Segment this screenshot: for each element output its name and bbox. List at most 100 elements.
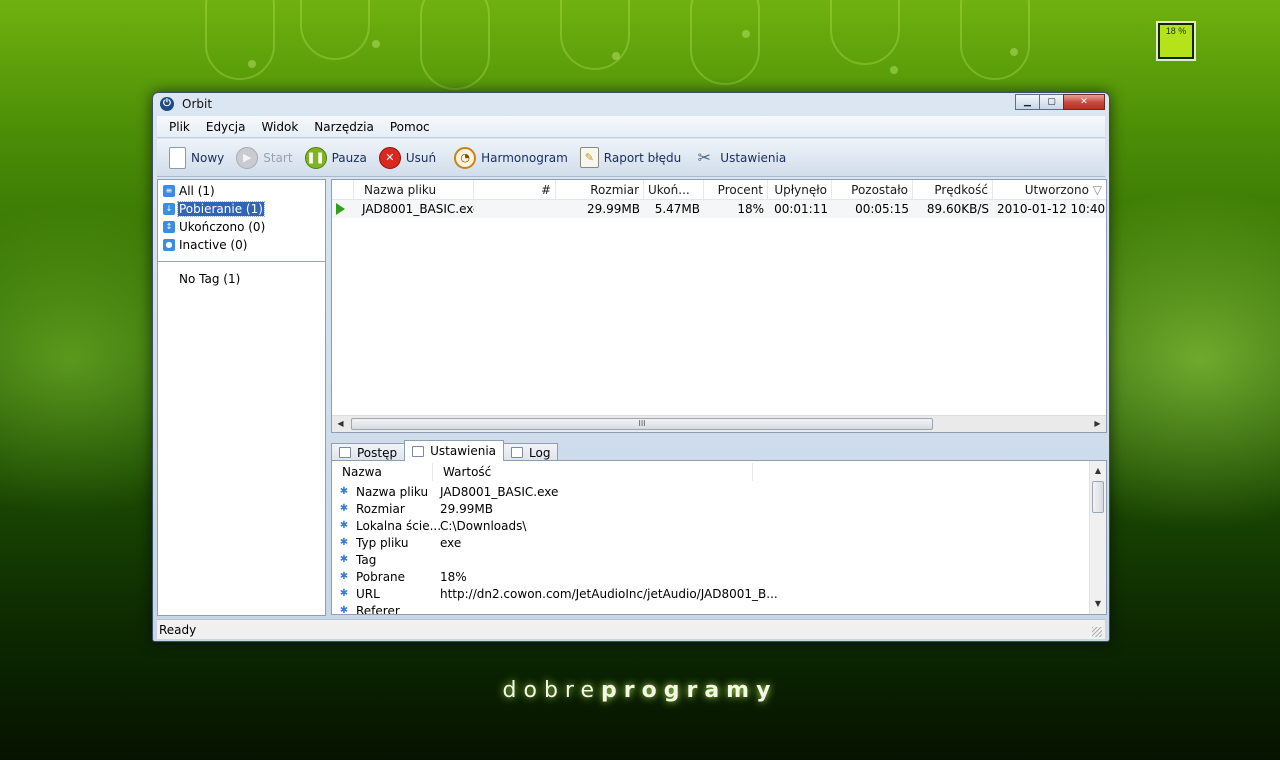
completed-icon: ↕: [163, 221, 175, 233]
detail-name: Typ pliku: [356, 535, 409, 550]
pause-icon: ❚❚: [304, 146, 327, 169]
horizontal-scrollbar[interactable]: ◀ III ▶: [332, 415, 1106, 432]
menu-pomoc[interactable]: Pomoc: [382, 120, 438, 134]
column-filename[interactable]: Nazwa pliku: [354, 180, 474, 199]
wallpaper-dot: [612, 52, 620, 60]
tag-no-tag[interactable]: No Tag (1): [158, 272, 325, 286]
settings-page-icon: [412, 445, 425, 457]
category-inactive[interactable]: ● Inactive (0): [158, 236, 325, 254]
settings-button[interactable]: ✂ Ustawienia: [693, 147, 787, 169]
schedule-button[interactable]: ◔ Harmonogram: [454, 146, 568, 169]
column-completed[interactable]: Ukoń...: [644, 180, 704, 199]
scroll-left-icon[interactable]: ◀: [332, 416, 349, 432]
download-list: Nazwa pliku # Rozmiar Ukoń... Procent Up…: [331, 179, 1107, 433]
column-number[interactable]: #: [474, 180, 556, 199]
delete-button[interactable]: ✕ Usuń: [378, 146, 436, 169]
resize-grip-icon[interactable]: [1092, 627, 1102, 637]
wallpaper-dot: [248, 60, 256, 68]
tab-progress[interactable]: Postęp: [331, 443, 406, 461]
new-button-label: Nowy: [191, 150, 225, 165]
column-size[interactable]: Rozmiar: [556, 180, 644, 199]
detail-value: 18%: [440, 569, 467, 584]
inactive-icon: ●: [163, 239, 175, 251]
pause-button[interactable]: ❚❚ Pauza: [304, 146, 367, 169]
menu-edycja[interactable]: Edycja: [198, 120, 254, 134]
tab-settings[interactable]: Ustawienia: [404, 440, 505, 461]
detail-row[interactable]: ✱ Tag: [332, 551, 1106, 568]
vertical-scrollbar[interactable]: ▲ ▼: [1089, 461, 1106, 614]
detail-row[interactable]: ✱ Referer: [332, 602, 1106, 615]
menu-widok[interactable]: Widok: [253, 120, 306, 134]
detail-name: Lokalna ście...: [356, 518, 440, 533]
orbit-app-icon[interactable]: ⏻: [160, 97, 174, 111]
detail-value: 29.99MB: [440, 501, 493, 516]
column-elapsed[interactable]: Upłynęło: [768, 180, 832, 199]
detail-row[interactable]: ✱ URL http://dn2.cowon.com/JetAudioInc/j…: [332, 585, 1106, 602]
tab-log-label: Log: [529, 445, 551, 460]
vertical-scroll-thumb[interactable]: [1092, 481, 1104, 513]
row-percent: 18%: [737, 202, 764, 216]
scroll-down-icon[interactable]: ▼: [1090, 596, 1106, 612]
new-button[interactable]: Nowy: [169, 146, 225, 169]
maximize-button[interactable]: ▢: [1039, 94, 1064, 110]
bullet-icon: ✱: [339, 571, 349, 582]
minimize-button[interactable]: ▁: [1015, 94, 1040, 110]
row-completed: 5.47MB: [654, 202, 700, 216]
report-bug-button[interactable]: ✎ Raport błędu: [579, 147, 682, 168]
wallpaper-dot: [890, 66, 898, 74]
category-completed[interactable]: ↕ Ukończono (0): [158, 218, 325, 236]
list-header: Nazwa pliku # Rozmiar Ukoń... Procent Up…: [332, 180, 1106, 200]
detail-name: URL: [356, 586, 380, 601]
column-status[interactable]: [332, 180, 354, 199]
column-percent[interactable]: Procent: [704, 180, 768, 199]
wallpaper-swirl: [960, 0, 1030, 80]
column-speed[interactable]: Prędkość: [913, 180, 993, 199]
bullet-icon: ✱: [339, 486, 349, 497]
cpu-meter-gadget[interactable]: 18 %: [1156, 21, 1196, 61]
title-bar[interactable]: ⏻ Orbit ▁ ▢ ✕: [153, 93, 1109, 115]
category-downloading[interactable]: ↓ Pobieranie (1): [158, 200, 325, 218]
category-all[interactable]: ≡ All (1): [158, 182, 325, 200]
close-button[interactable]: ✕: [1063, 94, 1105, 110]
details-column-name[interactable]: Nazwa: [332, 463, 433, 481]
bullet-icon: ✱: [339, 537, 349, 548]
horizontal-scroll-thumb[interactable]: III: [351, 418, 933, 430]
report-bug-button-label: Raport błędu: [603, 150, 682, 165]
details-column-value[interactable]: Wartość: [433, 463, 753, 481]
column-remaining[interactable]: Pozostało: [832, 180, 913, 199]
row-remaining: 00:05:15: [855, 202, 909, 216]
column-created[interactable]: Utworzono ▽: [993, 180, 1106, 199]
bullet-icon: ✱: [339, 588, 349, 599]
menu-narzedzia[interactable]: Narzędzia: [306, 120, 382, 134]
detail-row[interactable]: ✱ Lokalna ście... C:\Downloads\: [332, 517, 1106, 534]
play-icon: ▶: [236, 146, 259, 169]
row-created: 2010-01-12 10:40:06: [997, 202, 1106, 216]
category-pane: ≡ All (1) ↓ Pobieranie (1) ↕ Ukończono (…: [157, 179, 326, 616]
detail-name: Pobrane: [356, 569, 406, 584]
detail-row[interactable]: ✱ Pobrane 18%: [332, 568, 1106, 585]
menu-plik[interactable]: Plik: [161, 120, 198, 134]
details-panel: Nazwa Wartość ✱ Nazwa pliku JAD8001_BASI…: [331, 460, 1107, 615]
details-header: Nazwa Wartość: [332, 461, 1106, 483]
brand-bold: programy: [601, 678, 778, 703]
scroll-up-icon[interactable]: ▲: [1090, 463, 1106, 479]
bullet-icon: ✱: [339, 520, 349, 531]
detail-row[interactable]: ✱ Typ pliku exe: [332, 534, 1106, 551]
detail-name: Rozmiar: [356, 501, 405, 516]
wallpaper-dot: [372, 40, 380, 48]
table-row[interactable]: JAD8001_BASIC.exe 29.99MB 5.47MB 18% 00:…: [332, 200, 1106, 218]
detail-row[interactable]: ✱ Rozmiar 29.99MB: [332, 500, 1106, 517]
toolbar: Nowy ▶ Start ❚❚ Pauza ✕ Usuń ◔ Harmonogr…: [157, 139, 1105, 177]
tab-log[interactable]: Log: [503, 443, 559, 461]
bullet-icon: ✱: [339, 503, 349, 514]
scroll-right-icon[interactable]: ▶: [1089, 416, 1106, 432]
row-speed: 89.60KB/S: [926, 202, 989, 216]
start-button[interactable]: ▶ Start: [236, 146, 293, 169]
category-label: Inactive (0): [179, 238, 248, 252]
chart-icon: [339, 447, 351, 458]
detail-tabs: Postęp Ustawienia Log: [331, 439, 559, 461]
row-status: [332, 203, 354, 215]
category-label: All (1): [179, 184, 215, 198]
detail-row[interactable]: ✱ Nazwa pliku JAD8001_BASIC.exe: [332, 483, 1106, 500]
pause-button-label: Pauza: [331, 150, 367, 165]
